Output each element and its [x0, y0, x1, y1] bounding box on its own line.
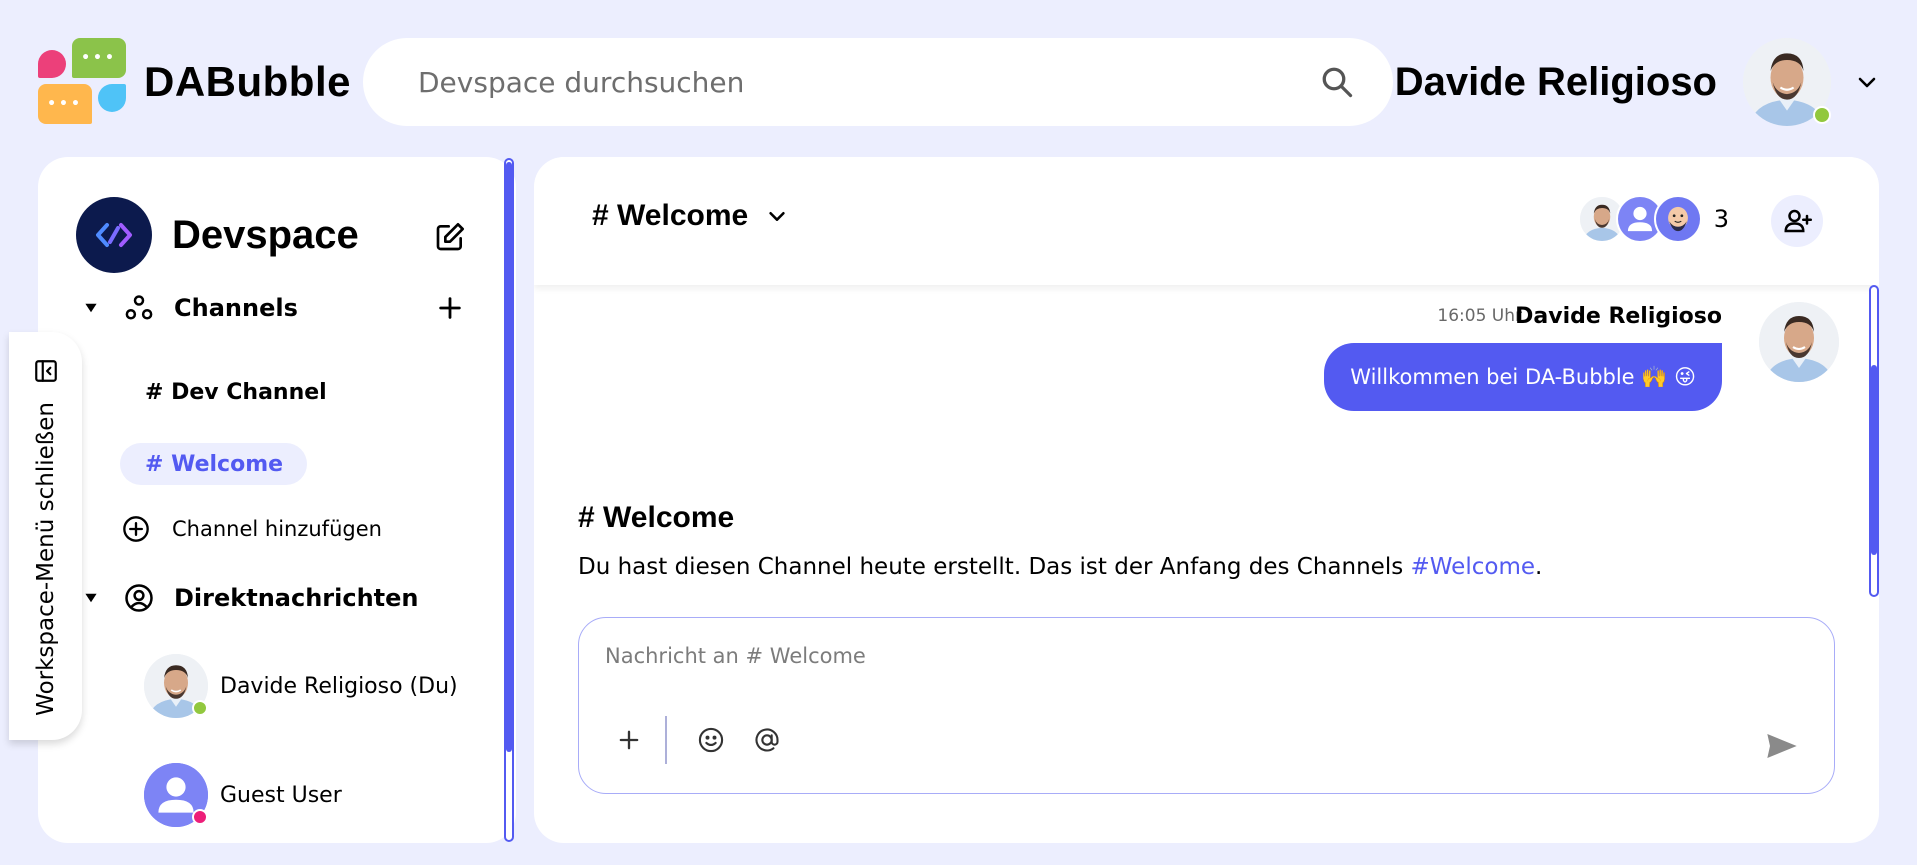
app-name: DABubble [144, 58, 351, 105]
message-author-avatar[interactable] [1759, 302, 1839, 382]
workspace-logo-icon [76, 197, 152, 273]
online-status-dot [192, 700, 208, 716]
channel-intro-text: Du hast diesen Channel heute erstellt. D… [578, 554, 1542, 580]
channel-intro-body: Du hast diesen Channel heute erstellt. D… [578, 554, 1411, 580]
channel-title: # Welcome [592, 199, 749, 232]
workspace-sidebar: Devspace Channels # Dev Channel # Welcom… [38, 157, 516, 843]
chat-panel: # Welcome 3 16:05 Uhr Davide Religioso W… [534, 157, 1879, 843]
toolbar-divider [665, 716, 667, 764]
direct-messages-section-header[interactable]: Direktnachrichten [84, 583, 464, 613]
dm-item-name: Davide Religioso (Du) [220, 673, 458, 699]
add-channel-button[interactable]: Channel hinzufügen [122, 515, 382, 543]
chat-scrollbar[interactable] [1869, 285, 1879, 597]
channel-item-label: # Dev Channel [145, 379, 327, 405]
user-menu[interactable]: Davide Religioso [1395, 38, 1879, 126]
workspaces-icon [125, 295, 153, 320]
channel-intro-suffix: . [1535, 554, 1543, 580]
workspace-menu-toggle-label: Workspace-Menü schließen [32, 402, 59, 716]
add-channel-label: Channel hinzufügen [172, 517, 382, 541]
composer-toolbar [615, 716, 781, 764]
search-bar[interactable] [363, 38, 1393, 126]
message-text: Willkommen bei DA-Bubble 🙌 😜 [1350, 364, 1696, 389]
dm-item-self[interactable]: Davide Religioso (Du) [144, 654, 458, 718]
channel-intro-title: # Welcome [578, 501, 735, 534]
dm-item-guest[interactable]: Guest User [144, 763, 342, 827]
message-composer [578, 617, 1835, 794]
channel-header: # Welcome 3 [534, 157, 1879, 285]
add-circle-icon [123, 516, 149, 542]
person-add-icon [1784, 209, 1812, 233]
avatar [144, 763, 208, 827]
workspace-title: Devspace [172, 212, 359, 257]
online-status-dot [1813, 106, 1831, 124]
channel-item-welcome[interactable]: # Welcome [120, 443, 308, 485]
add-channel-plus-icon[interactable] [436, 294, 464, 322]
channel-intro-link[interactable]: #Welcome [1411, 554, 1535, 580]
avatar [144, 654, 208, 718]
workspace-header: Devspace [76, 197, 359, 273]
channels-label: Channels [174, 294, 298, 322]
chevron-down-icon[interactable] [1855, 70, 1879, 94]
member-avatar [1653, 195, 1702, 243]
channel-item-label: # Welcome [145, 451, 284, 477]
channel-title-button[interactable]: # Welcome [592, 199, 788, 233]
user-name: Davide Religioso [1394, 59, 1717, 104]
channels-section-header[interactable]: Channels [84, 293, 464, 323]
caret-down-icon[interactable] [84, 301, 98, 315]
mention-icon[interactable] [753, 726, 781, 754]
send-icon[interactable] [1766, 732, 1798, 760]
sidebar-scrollbar[interactable] [504, 158, 514, 842]
chevron-down-icon [769, 211, 785, 221]
edit-square-icon[interactable] [434, 221, 466, 253]
plus-icon[interactable] [615, 726, 643, 754]
message-bubble[interactable]: Willkommen bei DA-Bubble 🙌 😜 [1324, 343, 1722, 411]
account-circle-icon [125, 584, 153, 612]
channel-members-button[interactable]: 3 [1577, 195, 1729, 243]
user-avatar[interactable] [1743, 38, 1831, 126]
emoji-icon[interactable] [697, 726, 725, 754]
dm-item-name: Guest User [220, 782, 342, 808]
away-status-dot [192, 809, 208, 825]
app-logo: ••• ••• DABubble [38, 38, 351, 126]
member-count: 3 [1713, 205, 1729, 233]
workspace-menu-toggle[interactable]: Workspace-Menü schließen [9, 332, 82, 740]
direct-messages-label: Direktnachrichten [174, 584, 419, 612]
channel-item-dev-channel[interactable]: # Dev Channel [120, 371, 351, 413]
logo-mark-icon: ••• ••• [38, 38, 128, 126]
caret-down-icon[interactable] [84, 591, 98, 605]
add-member-button[interactable] [1771, 195, 1823, 247]
message-input[interactable] [605, 644, 1785, 668]
message-author[interactable]: Davide Religioso [1515, 304, 1722, 329]
search-icon[interactable] [1319, 64, 1355, 100]
close-sidebar-icon [34, 360, 57, 382]
search-input[interactable] [418, 65, 1319, 99]
message-time: 16:05 Uhr [1437, 306, 1522, 326]
